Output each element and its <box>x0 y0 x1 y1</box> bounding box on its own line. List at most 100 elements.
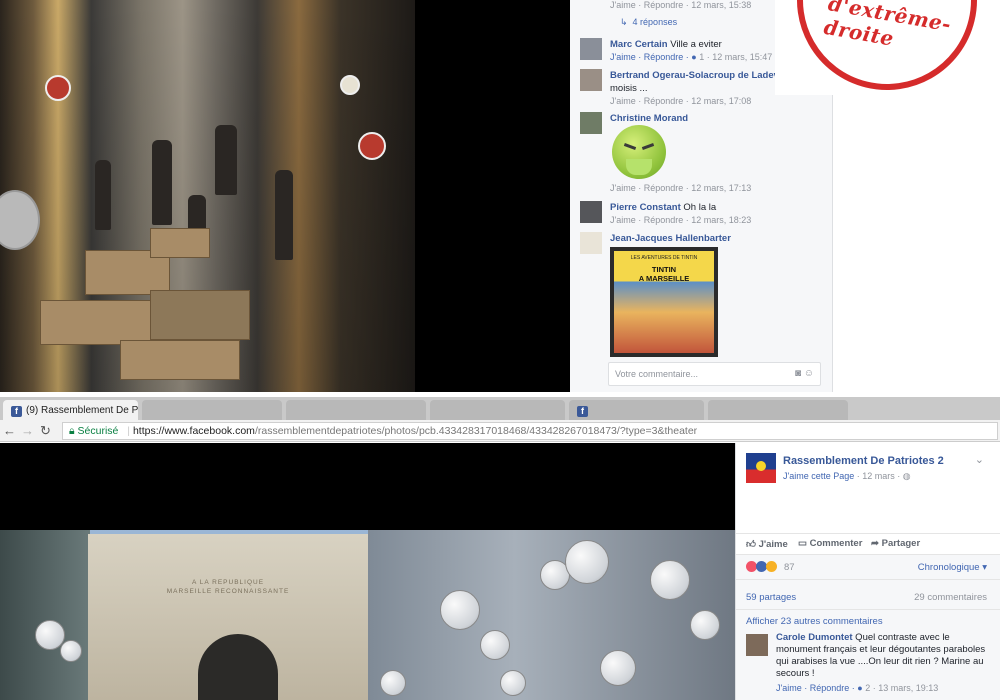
reload-icon[interactable]: ↻ <box>40 423 51 439</box>
back-arrow-icon[interactable]: ← <box>3 423 16 438</box>
tab-inactive[interactable] <box>708 400 848 422</box>
sort-dropdown[interactable]: Chronologique ▾ <box>918 562 987 573</box>
page-avatar[interactable] <box>746 453 776 483</box>
tab-facebook-active[interactable]: f(9) Rassemblement De P✕ <box>3 400 138 422</box>
comment-icon: ▭ <box>798 538 807 549</box>
page-name[interactable]: Rassemblement De Patriotes 2 <box>783 455 944 467</box>
comment-button[interactable]: ▭ Commenter <box>798 538 862 549</box>
like-button[interactable]: 👍︎ J'aime <box>746 538 788 550</box>
black-margin <box>415 0 570 392</box>
pedestrian <box>215 125 237 195</box>
page-subline: J'aime cette Page · 12 mars · ◍ <box>783 471 911 482</box>
satellite-dish <box>690 610 720 640</box>
comment-meta[interactable]: J'aime · Répondre · 12 mars, 15:38 <box>610 0 751 10</box>
reaction-count[interactable]: 87 <box>784 562 795 573</box>
street-photo-top <box>0 0 415 392</box>
satellite-dish <box>650 560 690 600</box>
avatar[interactable] <box>580 69 602 91</box>
stamp-overlay: d'extrême-droite <box>775 0 1000 95</box>
shares-row: 59 partages 29 commentaires <box>736 579 1000 609</box>
tab-inactive[interactable] <box>142 400 282 422</box>
comment-actions[interactable]: J'aime · Répondre · <box>776 683 857 693</box>
comment-actions[interactable]: J'aime · Répondre · <box>610 52 691 62</box>
comments-section: Afficher 23 autres commentaires Carole D… <box>736 609 1000 700</box>
avatar[interactable] <box>580 232 602 254</box>
like-page-link[interactable]: J'aime cette Page <box>783 471 854 481</box>
tintin-cover-image[interactable]: LES AVENTURES DE TINTIN TINTIN A MARSEIL… <box>610 247 718 357</box>
commenter-name[interactable]: Jean-Jacques Hallenbarter <box>610 233 731 244</box>
comment-count: 29 commentaires <box>914 592 987 603</box>
commenter-name[interactable]: Pierre Constant <box>610 202 681 213</box>
tab-inactive[interactable]: f <box>569 400 704 422</box>
secure-label: Sécurisé <box>77 425 119 437</box>
replies-link[interactable]: ↳ 4 réponses <box>620 17 677 28</box>
sticker-eye <box>623 143 637 150</box>
comment-input[interactable]: Votre commentaire... ◙ ☺ <box>608 362 821 386</box>
comment-meta[interactable]: J'aime · Répondre · 12 mars, 18:23 <box>610 215 751 225</box>
street-lamp <box>340 75 360 95</box>
sick-face-sticker <box>612 125 666 179</box>
pedestrian <box>275 170 293 260</box>
post-actions: 👍︎ J'aime ▭ Commenter ➦ Partager <box>736 533 1000 555</box>
facebook-icon: f <box>577 406 588 417</box>
tab-inactive[interactable] <box>286 400 426 422</box>
avatar[interactable] <box>580 201 602 223</box>
left-building <box>0 530 90 700</box>
wow-reaction-icon[interactable] <box>766 561 777 572</box>
arch-inscription: A LA REPUBLIQUE MARSEILLE RECONNAISSANTE <box>166 579 290 595</box>
comment-input-placeholder: Votre commentaire... <box>615 369 699 379</box>
satellite-dish <box>0 190 40 250</box>
comment-label: Commenter <box>809 538 863 549</box>
emoji-icon[interactable]: ☺ <box>804 368 814 379</box>
satellite-dish <box>600 650 636 686</box>
avatar[interactable] <box>580 38 602 60</box>
comment-text: Ville a eviter <box>670 39 722 50</box>
no-entry-sign <box>45 75 71 101</box>
cardboard-boxes <box>150 290 250 340</box>
chevron-down-icon[interactable]: ⌄ <box>975 453 984 466</box>
satellite-dish <box>565 540 609 584</box>
commenter-name[interactable]: Marc Certain <box>610 39 668 50</box>
url-input[interactable]: 🔒︎ Sécurisé | https://www.facebook.com/r… <box>62 422 998 440</box>
no-parking-sign <box>358 132 386 160</box>
arch-opening <box>198 634 278 700</box>
comment-text: Oh la la <box>683 202 717 213</box>
avatar[interactable] <box>580 112 602 134</box>
arch-street-photo[interactable]: A LA REPUBLIQUE MARSEILLE RECONNAISSANTE <box>0 530 735 700</box>
post-sidebar: Rassemblement De Patriotes 2 J'aime cett… <box>735 443 1000 700</box>
satellite-dish <box>60 640 82 662</box>
tab-bar: f(9) Rassemblement De P✕ f <box>0 395 1000 422</box>
comment-text: moisis ... <box>610 83 648 94</box>
shares-link[interactable]: 59 partages <box>746 592 796 603</box>
pedestrian <box>152 140 172 225</box>
cardboard-boxes <box>40 300 160 345</box>
comment-meta[interactable]: J'aime · Répondre · 12 mars, 17:13 <box>610 183 751 193</box>
like-label: J'aime <box>758 539 788 550</box>
cover-series: LES AVENTURES DE TINTIN <box>630 255 698 261</box>
more-comments-link[interactable]: Afficher 23 autres commentaires <box>746 616 883 627</box>
post-date: · 12 mars · <box>854 471 903 481</box>
right-building <box>368 530 735 700</box>
sticker-drip <box>626 159 652 175</box>
lock-icon[interactable]: 🔒︎ <box>69 425 75 437</box>
tab-inactive[interactable] <box>430 400 565 422</box>
comment-time: · 13 mars, 19:13 <box>870 683 939 693</box>
url-host: https://www.facebook.com <box>132 425 255 437</box>
cardboard-boxes <box>120 340 240 380</box>
avatar[interactable] <box>746 634 768 656</box>
replies-count[interactable]: 4 réponses <box>633 17 678 27</box>
camera-icon[interactable]: ◙ <box>795 368 801 379</box>
tab-title: (9) Rassemblement De P <box>26 405 138 416</box>
thumbs-up-icon: 👍︎ <box>746 539 756 550</box>
cardboard-boxes <box>150 228 210 258</box>
forward-arrow-icon[interactable]: → <box>21 423 34 438</box>
commenter-name[interactable]: Carole Dumontet <box>776 632 853 643</box>
satellite-dish <box>500 670 526 696</box>
comment-meta[interactable]: J'aime · Répondre · 12 mars, 17:08 <box>610 96 751 106</box>
commenter-name[interactable]: Christine Morand <box>610 113 688 124</box>
triumphal-arch: A LA REPUBLIQUE MARSEILLE RECONNAISSANTE <box>88 534 368 700</box>
commenter-name[interactable]: Bertrand Ogerau-Solacroup de Ladevie <box>610 70 787 81</box>
globe-icon: ◍ <box>902 471 911 481</box>
share-button[interactable]: ➦ Partager <box>871 538 920 549</box>
pedestrian <box>95 160 111 230</box>
